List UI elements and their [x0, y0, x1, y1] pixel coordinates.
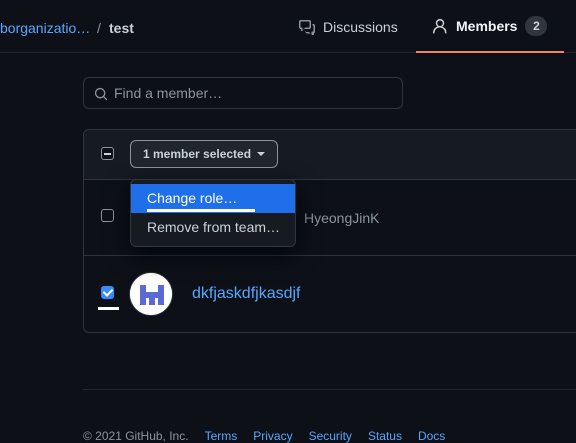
- member-login[interactable]: HyeongJinK: [304, 210, 380, 226]
- comment-discussion-icon: [299, 19, 315, 35]
- member-checkbox[interactable]: [101, 209, 114, 222]
- members-count-badge: 2: [525, 15, 548, 36]
- avatar[interactable]: [129, 272, 173, 316]
- bulk-actions-menu: Change role… Remove from team…: [130, 179, 296, 247]
- menu-item-remove-from-team[interactable]: Remove from team…: [131, 213, 295, 242]
- breadcrumb-separator: /: [97, 20, 101, 36]
- team-header: borganizatio… / test Discussions Members…: [0, 0, 576, 53]
- member-login[interactable]: dkfjaskdfjkasdjf: [192, 285, 301, 303]
- menu-item-change-role[interactable]: Change role…: [131, 184, 295, 213]
- footer-copyright: © 2021 GitHub, Inc.: [83, 429, 189, 443]
- person-icon: [432, 18, 448, 34]
- footer-divider: [83, 389, 576, 390]
- selection-mark: [98, 307, 119, 310]
- footer-link-docs[interactable]: Docs: [418, 429, 445, 443]
- member-checkbox[interactable]: [101, 286, 114, 299]
- footer-link-security[interactable]: Security: [309, 429, 352, 443]
- menu-item-label: Remove from team…: [147, 219, 281, 235]
- footer-link-terms[interactable]: Terms: [205, 429, 238, 443]
- footer: © 2021 GitHub, Inc. Terms Privacy Securi…: [83, 429, 445, 443]
- breadcrumb-org-link[interactable]: borganizatio…: [0, 20, 90, 36]
- members-list-header: 1 member selected: [84, 130, 576, 180]
- tab-members[interactable]: Members 2: [416, 0, 564, 53]
- select-all-checkbox[interactable]: [101, 147, 114, 160]
- bulk-actions-label: 1 member selected: [143, 147, 252, 161]
- footer-link-privacy[interactable]: Privacy: [253, 429, 292, 443]
- highlight-mark: [147, 209, 255, 212]
- member-row: dkfjaskdfjkasdjf: [84, 256, 576, 332]
- member-search: [83, 77, 403, 109]
- menu-item-label: Change role…: [147, 190, 238, 206]
- tab-discussions-label: Discussions: [323, 18, 398, 35]
- search-input[interactable]: [114, 78, 394, 108]
- footer-link-status[interactable]: Status: [368, 429, 402, 443]
- search-icon: [94, 87, 108, 101]
- chevron-down-icon: [257, 152, 266, 156]
- breadcrumb-team: test: [109, 20, 134, 36]
- tab-discussions[interactable]: Discussions: [299, 0, 398, 53]
- bulk-actions-button[interactable]: 1 member selected: [130, 140, 279, 168]
- tab-members-label: Members: [456, 17, 518, 34]
